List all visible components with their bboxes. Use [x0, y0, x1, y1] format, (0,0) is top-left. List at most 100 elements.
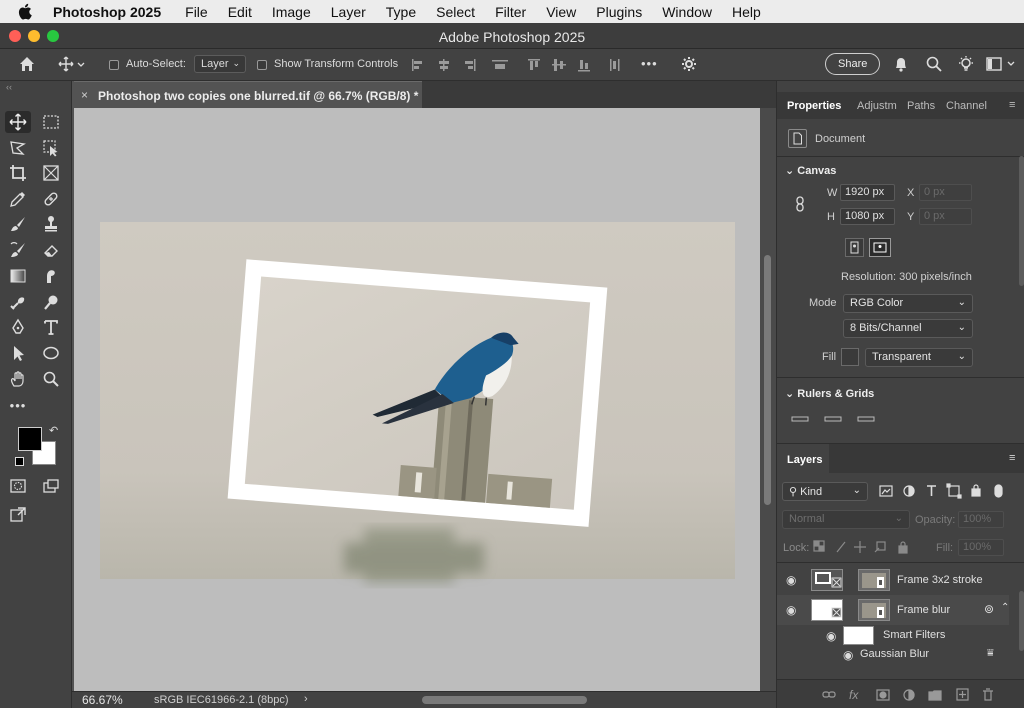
menu-view[interactable]: View: [546, 4, 576, 20]
smudge-tool-icon[interactable]: [38, 265, 64, 287]
tab-adjustments[interactable]: Adjustm: [857, 100, 897, 112]
layer-filter-dropdown[interactable]: ⚲ Kind ⌄: [782, 482, 868, 501]
menu-window[interactable]: Window: [662, 4, 712, 20]
eye-icon[interactable]: ◉: [826, 629, 836, 643]
opacity-field[interactable]: 100%: [958, 511, 1004, 528]
menu-edit[interactable]: Edit: [228, 4, 252, 20]
bell-icon[interactable]: [893, 56, 909, 76]
filter-row[interactable]: ◉ Gaussian Blur ⩸: [777, 645, 1009, 665]
width-field[interactable]: 1920 px: [840, 184, 895, 201]
history-brush-tool-icon[interactable]: [5, 239, 31, 261]
path-selection-tool-icon[interactable]: [5, 342, 31, 364]
share-button[interactable]: Share: [825, 53, 881, 75]
layer-row[interactable]: ◉ Frame blur ⊚ ⌃: [777, 595, 1009, 625]
layers-menu-icon[interactable]: ≡: [1009, 452, 1015, 464]
lightbulb-icon[interactable]: [957, 55, 975, 76]
more-options-icon[interactable]: •••: [641, 56, 658, 71]
blend-mode-dropdown[interactable]: Normal ⌄: [782, 510, 910, 529]
menu-help[interactable]: Help: [732, 4, 761, 20]
height-field[interactable]: 1080 px: [840, 208, 895, 225]
smart-filters-row[interactable]: ◉ Smart Filters: [777, 625, 1009, 647]
lasso-tool-icon[interactable]: [5, 137, 31, 159]
status-menu-arrow[interactable]: ›: [304, 693, 308, 705]
gear-icon[interactable]: [681, 56, 697, 75]
close-tab-icon[interactable]: ×: [81, 88, 88, 102]
menu-layer[interactable]: Layer: [331, 4, 366, 20]
search-icon[interactable]: [926, 56, 942, 75]
eye-icon[interactable]: ◉: [843, 648, 853, 662]
object-select-tool-icon[interactable]: [38, 137, 64, 159]
smart-object-icon[interactable]: ⊚: [984, 602, 994, 616]
marquee-tool-icon[interactable]: [38, 111, 64, 133]
eyedropper-tool-icon[interactable]: [5, 188, 31, 210]
screen-mode-icon[interactable]: [38, 475, 64, 497]
apple-icon[interactable]: [17, 3, 37, 20]
properties-scrollbar[interactable]: [1019, 156, 1024, 286]
filter-options-icon[interactable]: ⩸: [987, 647, 994, 660]
y-field[interactable]: 0 px: [919, 208, 972, 225]
eye-icon[interactable]: ◉: [786, 603, 796, 617]
horizontal-scroll-thumb[interactable]: [422, 696, 587, 704]
move-tool-icon[interactable]: [5, 111, 31, 133]
collapse-panel-icon[interactable]: ‹‹: [6, 82, 12, 92]
ruler-icons[interactable]: [791, 410, 881, 428]
default-colors-icon[interactable]: [15, 457, 24, 466]
foreground-color-swatch[interactable]: [18, 427, 42, 451]
panel-menu-icon[interactable]: ≡: [1009, 99, 1015, 111]
fill-dropdown[interactable]: Transparent ⌄: [865, 348, 973, 367]
show-transform-checkbox[interactable]: [257, 60, 267, 70]
menu-type[interactable]: Type: [386, 4, 416, 20]
move-tool-preset-icon[interactable]: [58, 56, 86, 75]
burn-tool-icon[interactable]: [38, 291, 64, 313]
auto-select-dropdown[interactable]: Layer ⌄: [194, 55, 246, 73]
bit-depth-dropdown[interactable]: 8 Bits/Channel ⌄: [843, 319, 973, 338]
canvas-section-header[interactable]: ⌄ Canvas: [785, 164, 836, 177]
edit-toolbar-icon[interactable]: •••: [5, 394, 31, 416]
tab-paths[interactable]: Paths: [907, 100, 935, 112]
zoom-level[interactable]: 66.67%: [82, 693, 123, 707]
menu-app-name[interactable]: Photoshop 2025: [53, 4, 161, 20]
menu-select[interactable]: Select: [436, 4, 475, 20]
home-icon[interactable]: [18, 55, 36, 76]
landscape-orientation-button[interactable]: [869, 238, 891, 257]
zoom-tool-icon[interactable]: [38, 368, 64, 390]
eye-icon[interactable]: ◉: [786, 573, 796, 587]
canvas-vertical-scrollbar[interactable]: [760, 108, 776, 691]
rulers-grids-header[interactable]: ⌄ Rulers & Grids: [785, 387, 874, 400]
swap-colors-icon[interactable]: ↶: [49, 424, 58, 437]
tab-properties[interactable]: Properties: [787, 100, 841, 112]
x-field[interactable]: 0 px: [919, 184, 972, 201]
quick-mask-icon[interactable]: [5, 475, 31, 497]
menu-file[interactable]: File: [185, 4, 208, 20]
menu-filter[interactable]: Filter: [495, 4, 526, 20]
canvas-area[interactable]: [74, 108, 760, 691]
crop-tool-icon[interactable]: [5, 162, 31, 184]
gradient-tool-icon[interactable]: [5, 265, 31, 287]
fill-color-swatch[interactable]: [841, 348, 859, 366]
workspace-icon[interactable]: [986, 57, 1016, 74]
auto-select-checkbox[interactable]: [109, 60, 119, 70]
layers-footer-icons[interactable]: fx: [821, 687, 1001, 708]
vertical-scroll-thumb[interactable]: [764, 255, 771, 505]
frame-tool-icon[interactable]: [38, 162, 64, 184]
ellipse-tool-icon[interactable]: [38, 342, 64, 364]
link-icon[interactable]: [795, 196, 805, 217]
dodge-tool-icon[interactable]: [5, 291, 31, 313]
menu-plugins[interactable]: Plugins: [596, 4, 642, 20]
lock-icons[interactable]: [813, 540, 913, 559]
layers-scrollbar[interactable]: [1019, 591, 1024, 651]
menu-image[interactable]: Image: [272, 4, 311, 20]
layer-row[interactable]: ◉ Frame 3x2 stroke: [777, 565, 1009, 595]
portrait-orientation-button[interactable]: [845, 238, 864, 257]
brush-tool-icon[interactable]: [5, 213, 31, 235]
layer-filter-icons[interactable]: [879, 483, 1009, 504]
document-tab[interactable]: × Photoshop two copies one blurred.tif @…: [74, 81, 422, 108]
hand-tool-icon[interactable]: [5, 368, 31, 390]
healing-brush-tool-icon[interactable]: [38, 188, 64, 210]
pen-tool-icon[interactable]: [5, 316, 31, 338]
mode-dropdown[interactable]: RGB Color ⌄: [843, 294, 973, 313]
fill-percent-field[interactable]: 100%: [958, 539, 1004, 556]
clone-stamp-tool-icon[interactable]: [38, 213, 64, 235]
eraser-tool-icon[interactable]: [38, 239, 64, 261]
chevron-up-icon[interactable]: ⌃: [1001, 602, 1009, 613]
